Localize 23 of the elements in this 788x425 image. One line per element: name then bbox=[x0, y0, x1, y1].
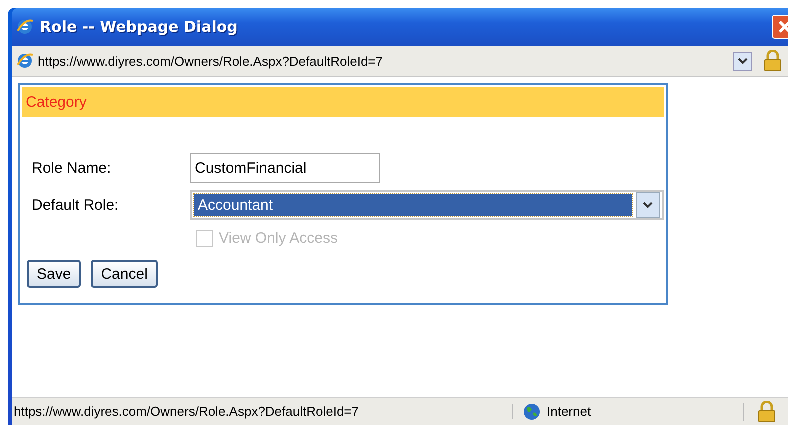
browser-icon bbox=[16, 18, 34, 36]
chevron-down-icon bbox=[738, 58, 748, 64]
cancel-button[interactable]: Cancel bbox=[91, 260, 158, 288]
close-icon bbox=[778, 20, 788, 34]
save-button[interactable]: Save bbox=[27, 260, 82, 288]
select-value: Accountant bbox=[194, 194, 632, 216]
panel-title: Category bbox=[26, 94, 87, 110]
dropdown-button[interactable] bbox=[636, 192, 660, 218]
browser-icon bbox=[16, 52, 34, 70]
lock-icon bbox=[764, 50, 782, 72]
address-url: https://www.diyres.com/Owners/Role.Aspx?DefaultRoleId=7 bbox=[38, 54, 384, 68]
lock-icon bbox=[758, 400, 776, 422]
window-title: Role -- Webpage Dialog bbox=[40, 18, 239, 36]
role-name-field[interactable]: CustomFinancial bbox=[190, 153, 380, 183]
field-label: Role Name: bbox=[32, 160, 112, 176]
status-url: https://www.diyres.com/Owners/Role.Aspx?DefaultRoleId=7 bbox=[12, 404, 513, 419]
security-zone: Internet bbox=[547, 404, 592, 419]
field-label: Default Role: bbox=[32, 196, 120, 214]
default-role-select[interactable]: Accountant bbox=[190, 190, 664, 220]
chevron-down-icon bbox=[643, 202, 653, 208]
globe-icon bbox=[523, 402, 541, 420]
checkbox-label: View Only Access bbox=[219, 230, 338, 247]
address-dropdown-button[interactable] bbox=[733, 52, 752, 70]
